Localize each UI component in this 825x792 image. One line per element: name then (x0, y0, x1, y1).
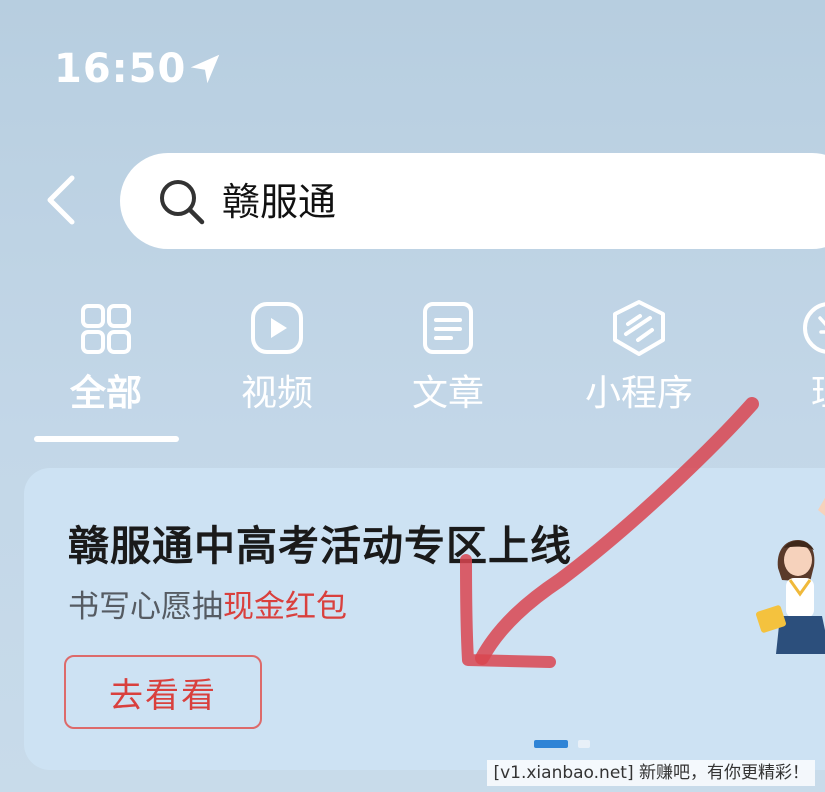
play-icon (251, 302, 303, 354)
watermark: [v1.xianbao.net] 新赚吧，有你更精彩！ (487, 760, 815, 786)
tab-label: 小程序 (584, 373, 693, 414)
tab-label: 理 (754, 372, 825, 416)
tab-indicator (34, 436, 179, 442)
article-icon (423, 302, 473, 354)
tab-finance[interactable]: 理 (754, 288, 825, 418)
banner-subtitle-prefix: 书写心愿抽 (68, 589, 223, 625)
tab-mini-program[interactable]: 小程序 (564, 288, 714, 418)
search-input[interactable]: 赣服通 (222, 176, 336, 228)
back-button[interactable] (36, 170, 86, 230)
banner-subtitle: 书写心愿抽现金红包 (68, 586, 347, 628)
tab-video[interactable]: 视频 (202, 288, 352, 418)
tab-article[interactable]: 文章 (373, 288, 523, 418)
tab-label: 全部 (69, 373, 142, 414)
student-illustration (756, 497, 825, 654)
location-arrow-icon (190, 54, 220, 84)
banner-subtitle-highlight: 现金红包 (223, 589, 347, 625)
status-time: 16:50 (54, 46, 187, 92)
grid-icon (81, 304, 131, 354)
mini-program-icon (613, 300, 665, 356)
go-see-button[interactable]: 去看看 (64, 655, 262, 729)
tab-label: 视频 (240, 373, 313, 414)
banner-title: 赣服通中高考活动专区上线 (68, 522, 572, 570)
tab-label: 文章 (411, 373, 484, 414)
carousel-dot-active[interactable] (534, 740, 568, 748)
tab-all[interactable]: 全部 (31, 288, 181, 418)
carousel-dot[interactable] (578, 740, 590, 748)
finance-icon (803, 302, 825, 354)
search-icon (160, 180, 205, 225)
